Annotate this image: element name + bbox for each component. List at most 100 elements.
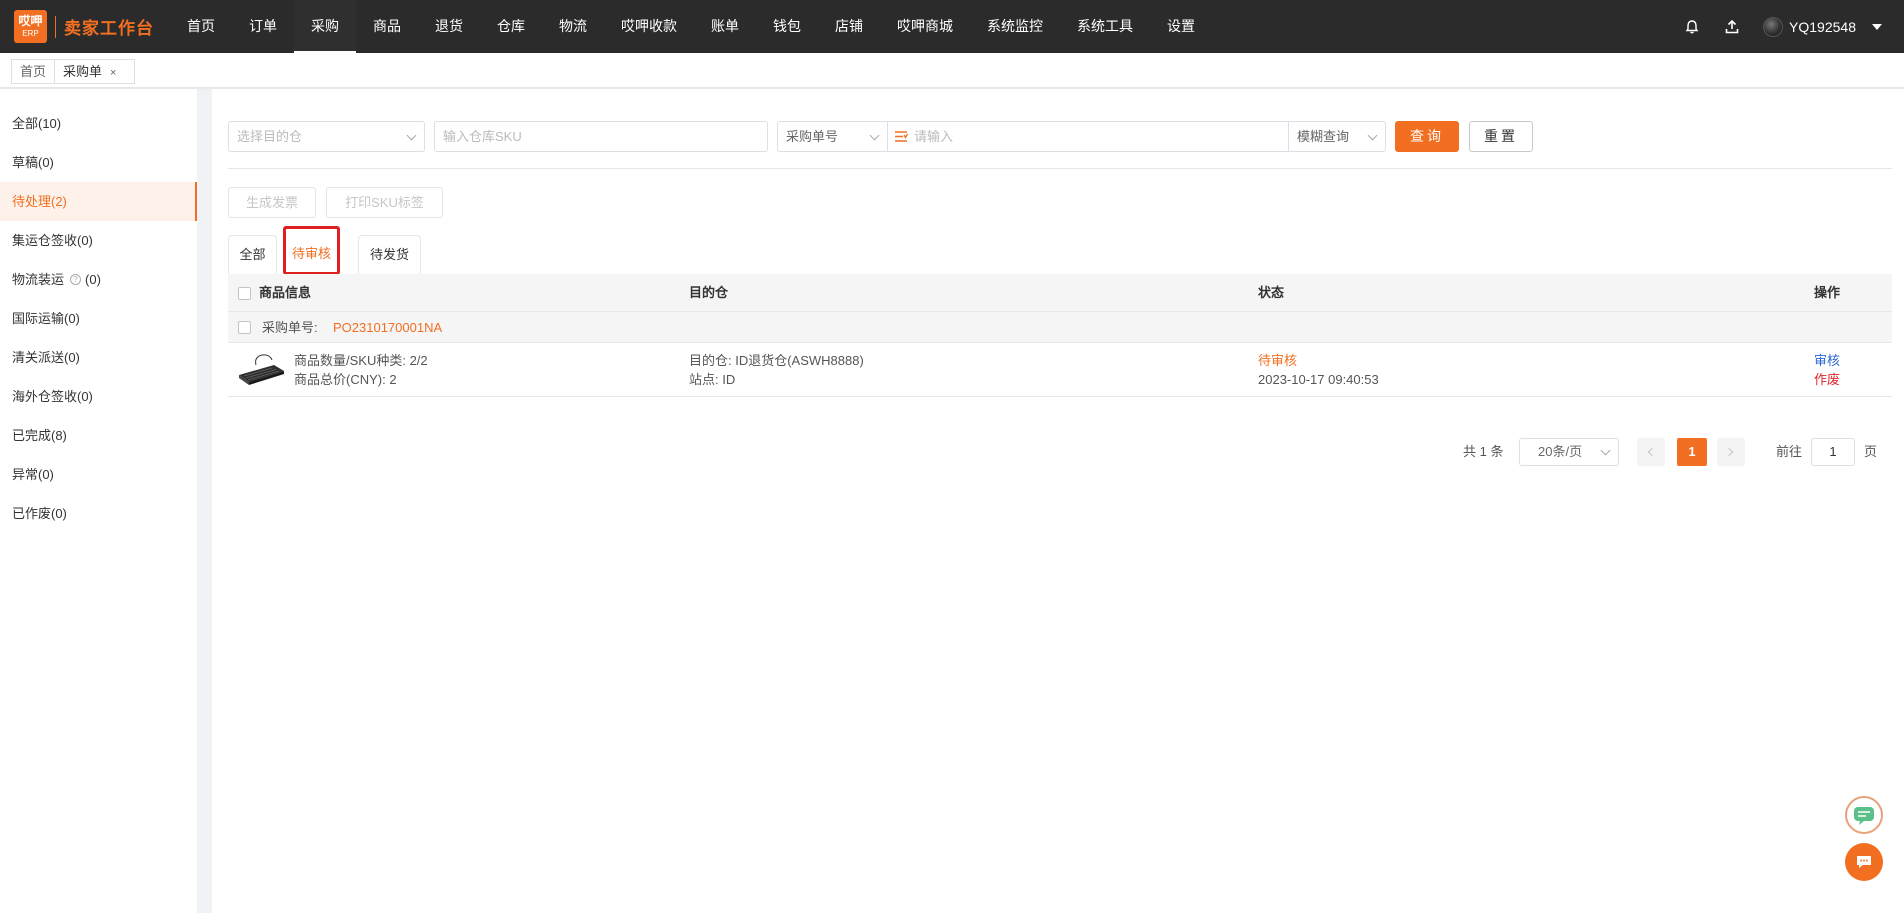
sidebar-item-all[interactable]: 全部(10) bbox=[0, 104, 197, 143]
generate-invoice-button[interactable]: 生成发票 bbox=[228, 187, 316, 218]
caret-down-icon bbox=[1872, 23, 1882, 30]
column-header-product: 商品信息 bbox=[259, 285, 312, 300]
match-mode-value: 模糊查询 bbox=[1297, 129, 1350, 144]
tab-pending-shipment[interactable]: 待发货 bbox=[358, 235, 421, 274]
customer-service-button[interactable] bbox=[1845, 796, 1883, 834]
pagination-total: 共 1 条 bbox=[1463, 444, 1504, 459]
sidebar-item-pending[interactable]: 待处理(2) bbox=[0, 182, 197, 221]
bell-icon[interactable] bbox=[1683, 18, 1701, 36]
column-header-warehouse: 目的仓 bbox=[689, 285, 729, 300]
logo-badge: 哎呷 ERP bbox=[14, 10, 47, 43]
nav-bills[interactable]: 账单 bbox=[694, 0, 756, 53]
chat-button[interactable] bbox=[1845, 843, 1883, 881]
sidebar-item-label: 物流装运 bbox=[12, 272, 65, 287]
app-title: 卖家工作台 bbox=[64, 19, 154, 38]
nav-logistics[interactable]: 物流 bbox=[542, 0, 604, 53]
chevron-down-icon bbox=[869, 130, 880, 141]
nav-products[interactable]: 商品 bbox=[356, 0, 418, 53]
print-sku-label-button[interactable]: 打印SKU标签 bbox=[326, 187, 443, 218]
user-menu[interactable]: YQ192548 bbox=[1763, 16, 1882, 37]
nav-warehouse[interactable]: 仓库 bbox=[480, 0, 542, 53]
next-page-button[interactable] bbox=[1717, 438, 1745, 466]
review-link[interactable]: 审核 bbox=[1814, 352, 1840, 370]
product-quantity: 商品数量/SKU种类: 2/2 bbox=[294, 353, 428, 368]
destination-warehouse: 目的仓: ID退货仓(ASWH8888) bbox=[689, 353, 864, 368]
page-tab-home[interactable]: 首页 bbox=[11, 59, 55, 84]
chat-icon bbox=[1857, 856, 1871, 868]
match-mode-select[interactable]: 模糊查询 bbox=[1288, 121, 1386, 152]
status-sidebar: 全部(10) 草稿(0) 待处理(2) 集运仓签收(0) 物流装运 ? (0) … bbox=[0, 89, 197, 913]
close-icon[interactable]: × bbox=[110, 67, 116, 79]
page-unit-label: 页 bbox=[1864, 444, 1878, 459]
filter-divider bbox=[228, 168, 1892, 169]
sidebar-item-logistics-shipping[interactable]: 物流装运 ? (0) bbox=[0, 260, 197, 299]
query-button[interactable]: 查询 bbox=[1395, 121, 1459, 152]
chevron-down-icon bbox=[406, 130, 417, 141]
po-label: 采购单号: bbox=[262, 320, 318, 335]
chevron-down-icon bbox=[1367, 130, 1378, 141]
logo-divider bbox=[55, 15, 56, 38]
sidebar-item-international-transport[interactable]: 国际运输(0) bbox=[0, 299, 197, 338]
goto-page-input[interactable]: 1 bbox=[1811, 438, 1855, 466]
chevron-down-icon bbox=[1600, 445, 1611, 456]
list-filter-icon bbox=[895, 131, 908, 142]
column-header-actions: 操作 bbox=[1814, 285, 1841, 300]
main-nav: 首页 订单 采购 商品 退货 仓库 物流 哎呷收款 账单 钱包 店铺 哎呷商城 … bbox=[170, 0, 1212, 53]
keyword-input[interactable]: 请输入 bbox=[887, 121, 1289, 152]
sidebar-item-overseas-received[interactable]: 海外仓签收(0) bbox=[0, 377, 197, 416]
order-group-row: 采购单号: PO2310170001NA bbox=[228, 312, 1892, 343]
nav-mall[interactable]: 哎呷商城 bbox=[880, 0, 970, 53]
nav-monitor[interactable]: 系统监控 bbox=[970, 0, 1060, 53]
username: YQ192548 bbox=[1789, 18, 1856, 35]
nav-home[interactable]: 首页 bbox=[170, 0, 232, 53]
sidebar-item-customs-delivery[interactable]: 清关派送(0) bbox=[0, 338, 197, 377]
nav-tools[interactable]: 系统工具 bbox=[1060, 0, 1150, 53]
logo-text: 哎呷 bbox=[18, 14, 43, 28]
column-header-status: 状态 bbox=[1258, 285, 1285, 300]
chevron-right-icon bbox=[1724, 447, 1734, 457]
table-row: 商品数量/SKU种类: 2/2 商品总价(CNY): 2 目的仓: ID退货仓(… bbox=[228, 343, 1892, 397]
status-badge: 待审核 bbox=[1258, 353, 1298, 368]
chevron-left-icon bbox=[1647, 447, 1657, 457]
goto-label: 前往 bbox=[1776, 444, 1803, 459]
void-link[interactable]: 作废 bbox=[1814, 371, 1840, 389]
page-tabs-bar: 首页 采购单 × bbox=[0, 53, 1904, 88]
nav-shops[interactable]: 店铺 bbox=[818, 0, 880, 53]
sku-input-placeholder: 输入仓库SKU bbox=[443, 129, 522, 144]
created-datetime: 2023-10-17 09:40:53 bbox=[1258, 372, 1379, 387]
warehouse-select-placeholder: 选择目的仓 bbox=[237, 129, 303, 144]
help-icon[interactable]: ? bbox=[70, 274, 82, 285]
nav-returns[interactable]: 退货 bbox=[418, 0, 480, 53]
upload-icon[interactable] bbox=[1723, 18, 1741, 36]
nav-orders[interactable]: 订单 bbox=[232, 0, 294, 53]
nav-settings[interactable]: 设置 bbox=[1150, 0, 1212, 53]
nav-wallet[interactable]: 钱包 bbox=[756, 0, 818, 53]
sidebar-item-exception[interactable]: 异常(0) bbox=[0, 455, 197, 494]
product-total-price: 商品总价(CNY): 2 bbox=[294, 372, 397, 387]
reset-button[interactable]: 重置 bbox=[1469, 121, 1533, 152]
nav-payments[interactable]: 哎呷收款 bbox=[604, 0, 694, 53]
sku-input[interactable]: 输入仓库SKU bbox=[434, 121, 768, 152]
page-tab-purchase-order[interactable]: 采购单 × bbox=[55, 59, 135, 84]
nav-purchase[interactable]: 采购 bbox=[294, 0, 356, 53]
tab-all[interactable]: 全部 bbox=[228, 235, 277, 274]
prev-page-button[interactable] bbox=[1637, 438, 1665, 466]
page-tab-label: 采购单 bbox=[63, 64, 103, 79]
product-thumbnail bbox=[239, 354, 284, 385]
sidebar-item-completed[interactable]: 已完成(8) bbox=[0, 416, 197, 455]
search-type-select[interactable]: 采购单号 bbox=[777, 121, 888, 152]
order-checkbox[interactable] bbox=[238, 321, 251, 334]
sidebar-item-draft[interactable]: 草稿(0) bbox=[0, 143, 197, 182]
sidebar-item-voided[interactable]: 已作废(0) bbox=[0, 494, 197, 533]
page-size-select[interactable]: 20条/页 bbox=[1519, 438, 1619, 466]
page-number-current[interactable]: 1 bbox=[1677, 438, 1707, 466]
po-number[interactable]: PO2310170001NA bbox=[333, 312, 442, 343]
avatar bbox=[1763, 16, 1784, 37]
keyword-input-placeholder: 请输入 bbox=[914, 129, 954, 144]
app-logo[interactable]: 哎呷 ERP 卖家工作台 bbox=[14, 10, 154, 43]
page-size-value: 20条/页 bbox=[1538, 444, 1583, 459]
select-all-checkbox[interactable] bbox=[238, 287, 251, 300]
warehouse-select[interactable]: 选择目的仓 bbox=[228, 121, 425, 152]
sidebar-item-consolidation-received[interactable]: 集运仓签收(0) bbox=[0, 221, 197, 260]
tab-pending-review[interactable]: 待审核 bbox=[285, 235, 338, 274]
